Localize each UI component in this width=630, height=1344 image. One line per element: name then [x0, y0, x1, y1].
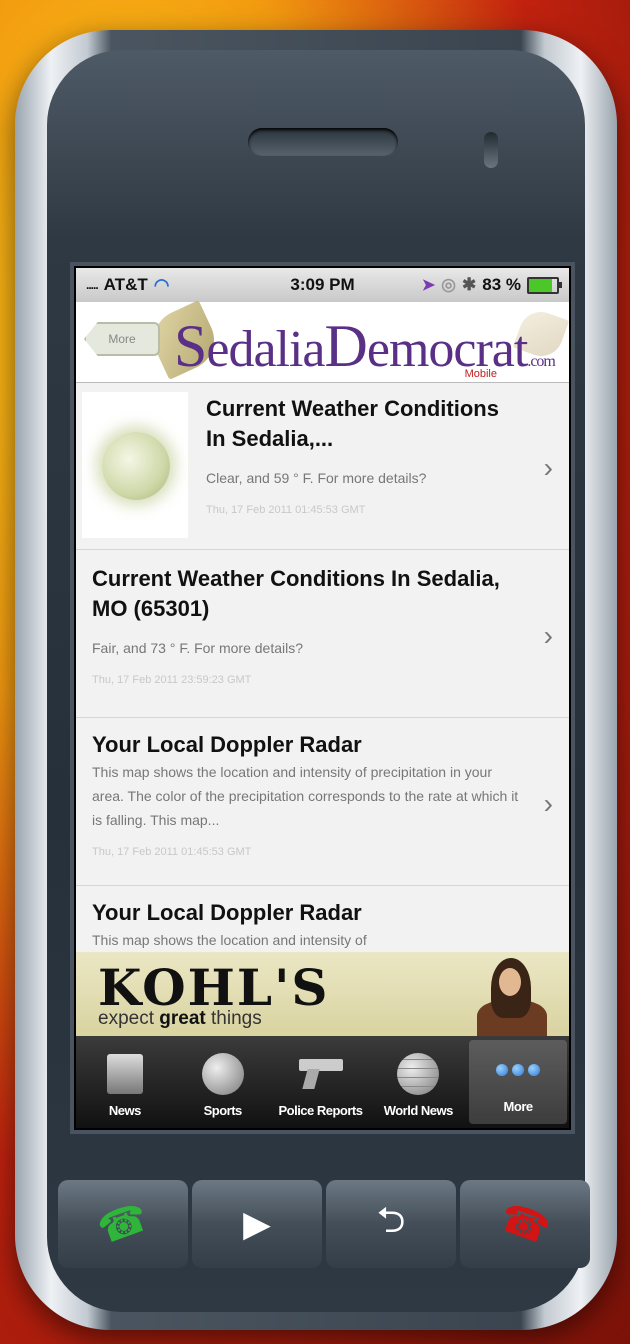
ad-model-image	[469, 956, 553, 1036]
tab-news[interactable]: News	[76, 1036, 174, 1128]
tab-label: More	[503, 1099, 534, 1114]
item-description: Clear, and 59 ° F. For more details?	[206, 470, 427, 486]
hardware-buttons: ☎ ▶ ⮌ ☎	[58, 1180, 590, 1268]
newspaper-icon	[106, 1054, 143, 1094]
chevron-right-icon: ›	[543, 451, 553, 483]
tab-label: Police Reports	[278, 1103, 363, 1118]
basketball-icon	[201, 1053, 244, 1095]
item-description: This map shows the location and intensit…	[92, 932, 367, 948]
item-description: Fair, and 73 ° F. For more details?	[92, 640, 304, 656]
item-date: Thu, 17 Feb 2011 01:45:53 GMT	[206, 504, 366, 516]
tab-label: World News	[383, 1103, 454, 1118]
ad-tagline: expect great things	[98, 1008, 262, 1029]
chevron-right-icon: ›	[543, 619, 553, 651]
back-hardware-button[interactable]: ⮌	[326, 1180, 456, 1268]
list-item[interactable]: Current Weather Conditions In Sedalia, M…	[76, 550, 569, 718]
bluetooth-icon: ✱	[462, 275, 477, 294]
thumbnail	[82, 392, 188, 538]
phone-display: ..... AT&T ◠ 3:09 PM ➤ ◎ ✱ 83 % More Sed…	[76, 268, 569, 1128]
item-title: Current Weather Conditions In Sedalia, M…	[92, 566, 500, 621]
tab-police-reports[interactable]: Police Reports	[272, 1036, 370, 1128]
logo-mobile-tag: Mobile	[464, 368, 497, 380]
globe-icon	[397, 1053, 440, 1095]
more-dots-icon	[496, 1064, 541, 1076]
phone-end-icon: ☎	[494, 1194, 556, 1254]
tab-more[interactable]: More	[469, 1040, 567, 1124]
item-title: Your Local Doppler Radar	[92, 900, 362, 925]
lock-rotation-icon: ◎	[441, 275, 456, 294]
back-arrow-icon: ⮌	[376, 1198, 406, 1240]
signal-icon: .....	[86, 278, 99, 292]
chevron-right-icon: ›	[543, 787, 553, 819]
battery-percent: 83 %	[482, 275, 521, 294]
carrier-name: AT&T	[103, 275, 148, 294]
item-date: Thu, 17 Feb 2011 01:45:53 GMT	[92, 846, 252, 858]
end-call-button[interactable]: ☎	[460, 1180, 590, 1268]
phone-call-icon: ☎	[92, 1194, 154, 1254]
item-title: Current Weather Conditions In Sedalia,..…	[206, 396, 499, 451]
item-description: This map shows the location and intensit…	[92, 764, 519, 828]
battery-icon	[527, 276, 562, 294]
play-icon: ▶	[243, 1203, 271, 1244]
site-logo: SedaliaDemocrat.com	[174, 313, 556, 379]
list-item[interactable]: Your Local Doppler Radar This map shows …	[76, 718, 569, 886]
item-title: Your Local Doppler Radar	[92, 732, 362, 757]
earpiece-speaker	[248, 128, 398, 156]
list-item[interactable]: Current Weather Conditions In Sedalia,..…	[76, 382, 569, 550]
status-bar: ..... AT&T ◠ 3:09 PM ➤ ◎ ✱ 83 %	[76, 268, 569, 302]
back-button-label: More	[108, 332, 136, 346]
list-item[interactable]: Your Local Doppler Radar This map shows …	[76, 886, 569, 952]
tab-sports[interactable]: Sports	[174, 1036, 272, 1128]
news-feed: Current Weather Conditions In Sedalia,..…	[76, 382, 569, 952]
tab-label: Sports	[203, 1103, 243, 1118]
wifi-icon: ◠	[153, 274, 170, 295]
ad-banner[interactable]: KOHL'S expect great things	[76, 952, 569, 1036]
moon-image	[102, 432, 170, 500]
tab-world-news[interactable]: World News	[369, 1036, 467, 1128]
back-button[interactable]: More	[84, 322, 160, 356]
tab-bar: News Sports Police Reports World News Mo…	[76, 1036, 569, 1128]
location-arrow-icon: ➤	[421, 277, 436, 294]
call-button[interactable]: ☎	[58, 1180, 188, 1268]
play-button[interactable]: ▶	[192, 1180, 322, 1268]
app-header: More SedaliaDemocrat.com Mobile	[76, 300, 569, 383]
item-date: Thu, 17 Feb 2011 23:59:23 GMT	[92, 674, 252, 686]
handgun-icon	[299, 1059, 344, 1089]
tab-label: News	[108, 1103, 141, 1118]
proximity-sensor	[484, 132, 498, 168]
